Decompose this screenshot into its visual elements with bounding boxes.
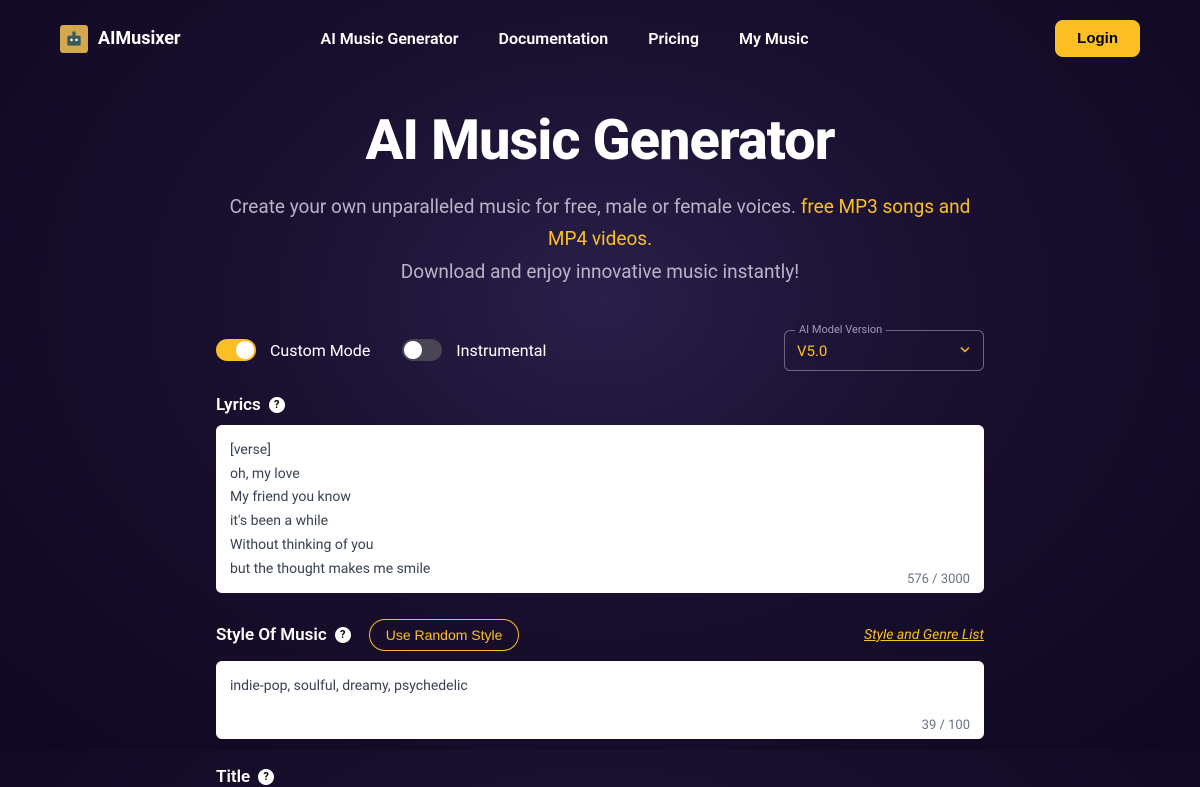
hero-subtitle-2: Download and enjoy innovative music inst… (216, 256, 984, 288)
chevron-down-icon (959, 341, 971, 360)
custom-mode-label: Custom Mode (270, 341, 370, 360)
brand-name: AIMusixer (98, 28, 181, 49)
nav-item-generator[interactable]: AI Music Generator (321, 29, 459, 48)
lyrics-label: Lyrics (216, 395, 261, 415)
model-select-value: V5.0 (797, 342, 827, 360)
logo[interactable]: AIMusixer (60, 25, 181, 53)
main-content: AI Music Generator Create your own unpar… (0, 77, 1200, 787)
random-style-button[interactable]: Use Random Style (369, 619, 520, 651)
subtitle-text: Create your own unparalleled music for f… (230, 195, 801, 218)
nav-item-pricing[interactable]: Pricing (648, 29, 699, 48)
lyrics-textarea-wrap: 576 / 3000 (216, 425, 984, 597)
nav-item-documentation[interactable]: Documentation (499, 29, 609, 48)
lyrics-char-count: 576 / 3000 (907, 572, 970, 587)
logo-icon (60, 25, 88, 53)
title-label-row: Title ? (216, 767, 984, 787)
login-button[interactable]: Login (1055, 20, 1140, 57)
genre-list-link[interactable]: Style and Genre List (864, 627, 984, 643)
model-select-label: AI Model Version (795, 323, 886, 336)
main-nav: AI Music Generator Documentation Pricing… (321, 29, 809, 48)
style-char-count: 39 / 100 (922, 718, 970, 733)
lyrics-label-row: Lyrics ? (216, 395, 984, 415)
controls-row: Custom Mode Instrumental AI Model Versio… (216, 330, 984, 371)
help-icon[interactable]: ? (258, 769, 274, 785)
style-label: Style Of Music (216, 625, 327, 645)
custom-mode-toggle[interactable] (216, 339, 256, 361)
instrumental-toggle[interactable] (402, 339, 442, 361)
nav-item-my-music[interactable]: My Music (739, 29, 809, 48)
hero-subtitle: Create your own unparalleled music for f… (216, 191, 984, 256)
lyrics-textarea[interactable] (216, 425, 984, 593)
header: AIMusixer AI Music Generator Documentati… (0, 0, 1200, 77)
help-icon[interactable]: ? (335, 627, 351, 643)
style-textarea[interactable] (216, 661, 984, 739)
instrumental-label: Instrumental (456, 341, 546, 360)
title-label: Title (216, 767, 250, 787)
page-title: AI Music Generator (216, 107, 984, 173)
model-version-select[interactable]: AI Model Version V5.0 (784, 330, 984, 371)
help-icon[interactable]: ? (269, 397, 285, 413)
style-textarea-wrap: 39 / 100 (216, 661, 984, 743)
style-label-row: Style Of Music ? Use Random Style Style … (216, 619, 984, 651)
